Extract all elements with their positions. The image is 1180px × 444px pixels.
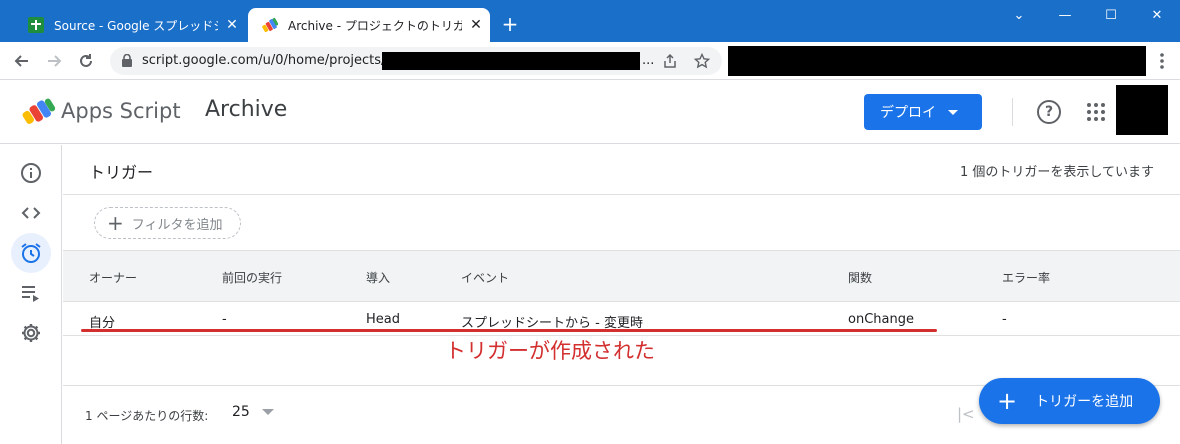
google-sheets-icon [28,17,44,33]
rows-per-page-select[interactable]: 25 [232,404,274,420]
divider [63,194,1180,195]
nav-triggers[interactable] [11,233,51,273]
avatar[interactable] [1116,85,1168,135]
url-text: script.google.com/u/0/home/projects/ [142,53,386,68]
star-icon[interactable] [692,51,712,71]
nav-executions[interactable] [11,273,51,313]
add-trigger-button[interactable]: + トリガーを追加 [979,378,1160,424]
nav-editor[interactable] [11,193,51,233]
playlist-play-icon [22,286,39,302]
trigger-count: 1 個のトリガーを表示しています [959,165,1154,180]
close-icon[interactable]: ✕ [462,17,490,33]
rows-per-page-label: 1 ページあたりの行数: [85,409,209,423]
tab-title: Source - Google スプレッドシート [54,18,218,33]
window-close-button[interactable]: ✕ [1134,4,1180,28]
tab-title: Archive - プロジェクトのトリガー - Apps [288,18,462,33]
share-icon[interactable] [660,51,680,71]
cell-error-rate: - [1002,312,1007,327]
app-header: Apps Script Archive デプロイ ? [0,80,1180,144]
redacted-block [728,46,1146,76]
info-icon [21,163,41,183]
tab-search-dropdown-icon[interactable]: ⌄ [996,4,1042,28]
lock-icon [122,54,132,67]
caret-down-icon [948,109,958,115]
add-filter-label: フィルタを追加 [131,217,223,233]
browser-title-bar: Source - Google スプレッドシート ✕ Archive - プロジ… [0,0,1180,42]
tab-source-sheet[interactable]: Source - Google スプレッドシート ✕ [14,8,246,42]
column-header-function[interactable]: 関数 [848,269,872,286]
left-nav-rail [0,145,62,444]
apps-grid-icon[interactable] [1087,103,1105,121]
code-icon [21,207,41,219]
project-name[interactable]: Archive [205,97,287,122]
help-icon[interactable]: ? [1037,100,1061,124]
tab-archive-triggers[interactable]: Archive - プロジェクトのトリガー - Apps ✕ [248,8,490,42]
column-header-last-run[interactable]: 前回の実行 [222,269,282,286]
product-name: Apps Script [61,99,181,123]
alarm-clock-icon [21,243,41,263]
address-bar[interactable]: script.google.com/u/0/home/projects/ ... [110,47,722,75]
column-header-owner[interactable]: オーナー [89,269,137,286]
new-tab-button[interactable]: + [498,12,522,36]
page-title: トリガー [89,163,154,182]
reload-icon[interactable] [74,49,98,73]
add-filter-button[interactable]: + フィルタを追加 [94,207,241,239]
apps-script-icon [262,17,278,33]
cell-deployment: Head [366,312,400,327]
table-header: オーナー 前回の実行 導入 イベント 関数 エラー率 [63,250,1180,302]
minimize-button[interactable]: — [1042,4,1088,28]
column-header-event[interactable]: イベント [461,269,509,286]
caret-down-icon [261,409,274,415]
nav-settings[interactable] [11,313,51,353]
browser-toolbar: script.google.com/u/0/home/projects/ ... [0,42,1180,80]
rows-per-page-value: 25 [232,404,250,420]
column-header-error-rate[interactable]: エラー率 [1002,269,1050,286]
cell-function: onChange [848,312,914,327]
nav-overview[interactable] [11,153,51,193]
column-header-deployment[interactable]: 導入 [366,269,390,286]
forward-arrow-icon[interactable] [42,49,66,73]
maximize-button[interactable]: ☐ [1088,4,1134,28]
back-arrow-icon[interactable] [10,49,34,73]
deploy-label: デプロイ [880,105,936,121]
apps-script-logo-icon [22,98,56,124]
plus-icon: + [997,387,1018,415]
plus-icon: + [107,211,124,235]
gear-icon [22,324,40,342]
cell-last-run: - [222,312,227,327]
divider [1012,98,1013,126]
add-trigger-label: トリガーを追加 [1035,394,1134,410]
redacted-block [382,52,640,70]
triggers-panel: トリガー 1 個のトリガーを表示しています + フィルタを追加 オーナー 前回の… [63,145,1180,444]
annotation-text: トリガーが作成された [445,339,655,363]
close-icon[interactable]: ✕ [218,17,246,33]
browser-menu-icon[interactable] [1152,49,1172,73]
first-page-icon: |< [957,405,975,423]
annotation-underline [81,329,937,332]
url-ellipsis: ... [642,53,655,68]
deploy-button[interactable]: デプロイ [864,94,982,130]
